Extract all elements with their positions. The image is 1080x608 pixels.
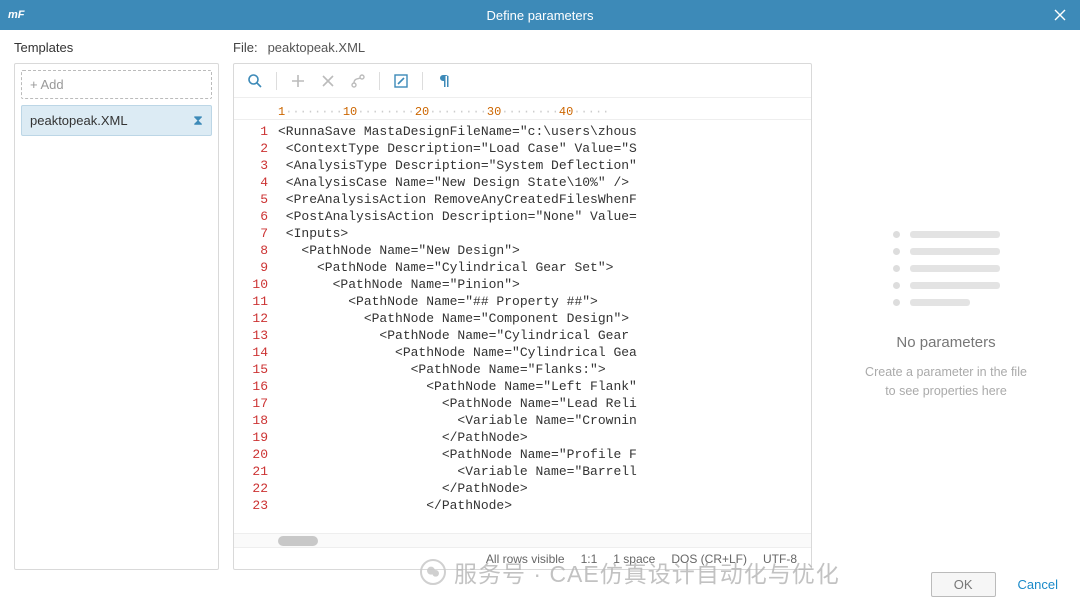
- file-name: peaktopeak.XML: [268, 40, 366, 55]
- cross-icon: [320, 73, 336, 89]
- ruler: 1········10········20········30········4…: [234, 98, 811, 120]
- search-button[interactable]: [242, 68, 268, 94]
- status-spacing: 1 space: [613, 552, 655, 566]
- cancel-button[interactable]: Cancel: [1018, 577, 1058, 592]
- templates-heading: Templates: [14, 40, 219, 55]
- branch-icon: [350, 73, 366, 89]
- parameters-panel: No parameters Create a parameter in the …: [826, 62, 1066, 570]
- horizontal-scrollbar[interactable]: [234, 533, 811, 547]
- plus-icon: [290, 73, 306, 89]
- templates-list: Add peaktopeak.XML ⧗: [14, 63, 219, 570]
- status-cursor: 1:1: [581, 552, 598, 566]
- file-label: File:: [233, 40, 258, 55]
- status-lineend: DOS (CR+LF): [671, 552, 747, 566]
- branch-button: [345, 68, 371, 94]
- search-icon: [247, 73, 263, 89]
- dialog-title: Define parameters: [487, 8, 594, 23]
- template-file-item[interactable]: peaktopeak.XML ⧗: [21, 105, 212, 136]
- add-template-button[interactable]: Add: [21, 70, 212, 99]
- status-encoding: UTF-8: [763, 552, 797, 566]
- line-gutter: 1234567891011121314151617181920212223: [234, 120, 278, 533]
- edit-button[interactable]: [388, 68, 414, 94]
- close-icon: [1054, 9, 1066, 21]
- dialog-footer: OK Cancel: [0, 570, 1080, 598]
- status-rows: All rows visible: [486, 552, 565, 566]
- no-parameters-subtitle: Create a parameter in the fileto see pro…: [865, 363, 1027, 401]
- placeholder-graphic: [893, 231, 1000, 306]
- ok-button[interactable]: OK: [931, 572, 996, 597]
- code-content: <RunnaSave MastaDesignFileName="c:\users…: [278, 120, 811, 533]
- editor-box: 1········10········20········30········4…: [233, 63, 812, 570]
- edit-icon: [393, 73, 409, 89]
- pilcrow-icon: [436, 73, 452, 89]
- pilcrow-button[interactable]: [431, 68, 457, 94]
- titlebar: mF Define parameters: [0, 0, 1080, 30]
- hourglass-icon: ⧗: [193, 112, 203, 129]
- code-area[interactable]: 1234567891011121314151617181920212223 <R…: [234, 120, 811, 533]
- editor-toolbar: [234, 64, 811, 98]
- template-file-name: peaktopeak.XML: [30, 113, 128, 128]
- remove-button: [315, 68, 341, 94]
- editor-panel: File: peaktopeak.XML 1········10········…: [233, 40, 812, 570]
- templates-panel: Templates Add peaktopeak.XML ⧗: [14, 40, 219, 570]
- scroll-thumb[interactable]: [278, 536, 318, 546]
- add-button: [285, 68, 311, 94]
- close-button[interactable]: [1040, 0, 1080, 30]
- no-parameters-title: No parameters: [896, 334, 995, 351]
- app-logo: mF: [8, 9, 25, 21]
- status-bar: All rows visible 1:1 1 space DOS (CR+LF)…: [234, 547, 811, 569]
